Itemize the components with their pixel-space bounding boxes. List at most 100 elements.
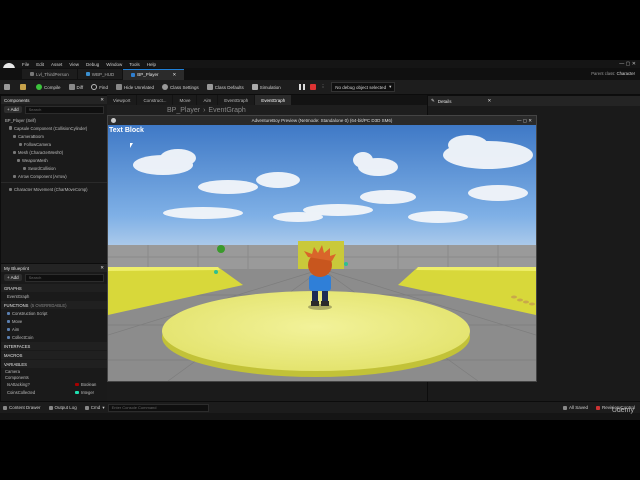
graph-item-eventgraph[interactable]: EventGraph <box>1 292 107 300</box>
simulation-icon <box>251 84 258 90</box>
tree-item-mesh[interactable]: Mesh (CharacterMesh0) <box>1 148 107 156</box>
menu-view[interactable]: View <box>69 62 79 67</box>
tree-item-cameraboom[interactable]: CameraBoom <box>1 132 107 140</box>
folder-icon <box>20 84 26 90</box>
close-icon[interactable]: ✕ <box>100 265 104 271</box>
cmd-select[interactable]: Cmd ▾ <box>84 404 105 411</box>
game-preview-window[interactable]: AdventureBoy Preview (Netmode: Standalon… <box>107 115 537 382</box>
graph-tabs: Viewport Construct... Move Aim EventGrap… <box>107 95 427 105</box>
stop-button[interactable] <box>309 84 318 90</box>
stop-icon <box>309 84 316 90</box>
compile-button[interactable]: Compile <box>36 84 61 90</box>
tab-aim[interactable]: Aim <box>197 95 218 105</box>
level-icon <box>30 72 34 76</box>
coin-pickup <box>214 270 218 274</box>
pause-button[interactable] <box>298 84 307 90</box>
variable-coins-collected[interactable]: CoinsCollected Integer <box>1 388 107 396</box>
tree-item-swordcollision[interactable]: SwordCollision <box>1 164 107 172</box>
menu-file[interactable]: File <box>22 62 29 67</box>
menu-window[interactable]: Window <box>106 62 122 67</box>
game-viewport[interactable]: Text Block <box>108 125 536 381</box>
tab-eventgraph-active[interactable]: EventGraph <box>255 95 292 105</box>
menu-edit[interactable]: Edit <box>36 62 44 67</box>
content-drawer-icon <box>3 405 7 410</box>
function-item-aim[interactable]: Aim <box>1 325 107 333</box>
content-drawer-button[interactable]: Content Drawer <box>3 405 41 410</box>
function-item-construction-script[interactable]: Construction Script <box>1 309 107 317</box>
function-item-move[interactable]: Move <box>1 317 107 325</box>
graphs-category[interactable]: GRAPHS <box>1 284 107 292</box>
my-blueprint-panel: My Blueprint ✕ + Add Search GRAPHS EventG… <box>0 263 108 403</box>
chevron-down-icon: ▾ <box>102 404 105 410</box>
coin-pickup <box>344 262 348 266</box>
movement-icon <box>9 187 12 191</box>
add-component-button[interactable]: + Add <box>4 106 22 113</box>
function-icon <box>7 327 10 331</box>
search-icon <box>91 84 98 90</box>
mesh-icon <box>17 158 20 162</box>
tree-item-arrow[interactable]: Arrow Component (Arrow) <box>1 172 107 180</box>
variables-category[interactable]: VARIABLES <box>1 360 107 368</box>
class-settings-button[interactable]: Class Settings <box>161 84 199 90</box>
tree-item-followcamera[interactable]: FollowCamera <box>1 140 107 148</box>
tab-construction-script[interactable]: Construct... <box>137 95 173 105</box>
function-item-collectcoin[interactable]: CollectCoin <box>1 333 107 341</box>
menu-asset[interactable]: Asset <box>51 62 62 67</box>
save-icon <box>4 84 10 90</box>
menu-tools[interactable]: Tools <box>129 62 140 67</box>
tab-viewport[interactable]: Viewport <box>107 95 137 105</box>
function-icon <box>7 311 10 315</box>
debug-object-select[interactable]: No debug object selected ▾ <box>331 82 396 92</box>
tab-lvl-thirdperson[interactable]: Lvl_ThirdPerson <box>22 69 77 79</box>
diff-button[interactable]: Diff <box>68 84 83 90</box>
menu-help[interactable]: Help <box>147 62 156 67</box>
browse-button[interactable] <box>20 84 28 90</box>
close-icon[interactable]: ✕ <box>488 98 492 104</box>
parent-class: Parent class: Character <box>591 71 635 76</box>
macros-category[interactable]: MACROS <box>1 351 107 359</box>
tree-item-charmove[interactable]: Character Movement (CharMoveComp) <box>1 185 107 193</box>
menu-debug[interactable]: Debug <box>86 62 99 67</box>
boolean-type-icon <box>75 382 79 386</box>
details-icon: ✎ <box>431 98 435 103</box>
interfaces-category[interactable]: INTERFACES <box>1 342 107 350</box>
save-button[interactable] <box>4 84 12 90</box>
tab-bp-player[interactable]: BP_Player ✕ <box>123 68 185 80</box>
spring-arm-icon <box>13 134 16 138</box>
mouse-cursor-icon <box>130 143 133 148</box>
tab-eventgraph[interactable]: EventGraph <box>218 95 255 105</box>
gear-icon <box>161 84 168 90</box>
more-options-button[interactable]: ⋮ <box>321 84 326 90</box>
tab-move[interactable]: Move <box>173 95 197 105</box>
text-block: Text Block <box>109 127 144 134</box>
tree-item-weaponmesh[interactable]: WeaponMesh <box>1 156 107 164</box>
preview-title-bar[interactable]: AdventureBoy Preview (Netmode: Standalon… <box>108 116 536 125</box>
status-bar: Content Drawer Output Log Cmd ▾ Enter Con… <box>0 401 640 413</box>
functions-category[interactable]: FUNCTIONS (5 OVERRIDABLE) <box>1 301 107 309</box>
components-header: Components ✕ <box>1 96 107 104</box>
close-icon[interactable]: ✕ <box>100 97 104 103</box>
tab-wbp-hud[interactable]: WBP_HUD <box>77 69 123 79</box>
variable-is-attacking[interactable]: IsAttacking? Boolean <box>1 380 107 388</box>
class-defaults-button[interactable]: Class Defaults <box>206 84 244 90</box>
menu-bar: File Edit Asset View Debug Window Tools … <box>0 60 640 68</box>
my-blueprint-search-input[interactable]: Search <box>24 273 104 282</box>
tree-item-capsule[interactable]: Capsule Component (CollisionCylinder) <box>1 124 107 132</box>
simulation-button[interactable]: Simulation <box>251 84 281 90</box>
hide-unrelated-button[interactable]: Hide Unrelated <box>115 84 154 90</box>
function-icon <box>7 319 10 323</box>
find-button[interactable]: Find <box>91 84 108 90</box>
green-bush <box>217 245 225 253</box>
output-log-button[interactable]: Output Log <box>48 405 77 410</box>
divider <box>1 182 107 183</box>
breadcrumb: BP_Player › EventGraph <box>167 106 246 114</box>
log-icon <box>48 405 53 410</box>
close-icon[interactable]: ✕ <box>173 72 177 78</box>
components-panel: Components ✕ + Add Search BP_Player (Self… <box>0 95 108 265</box>
all-saved-status[interactable]: All Saved <box>562 405 588 410</box>
window-controls[interactable]: — ▢ ✕ <box>517 118 532 124</box>
tree-item-self[interactable]: BP_Player (Self) <box>1 116 107 124</box>
console-command-input[interactable]: Enter Console Command <box>107 403 209 412</box>
components-search-input[interactable]: Search <box>24 105 104 114</box>
add-member-button[interactable]: + Add <box>4 274 22 281</box>
